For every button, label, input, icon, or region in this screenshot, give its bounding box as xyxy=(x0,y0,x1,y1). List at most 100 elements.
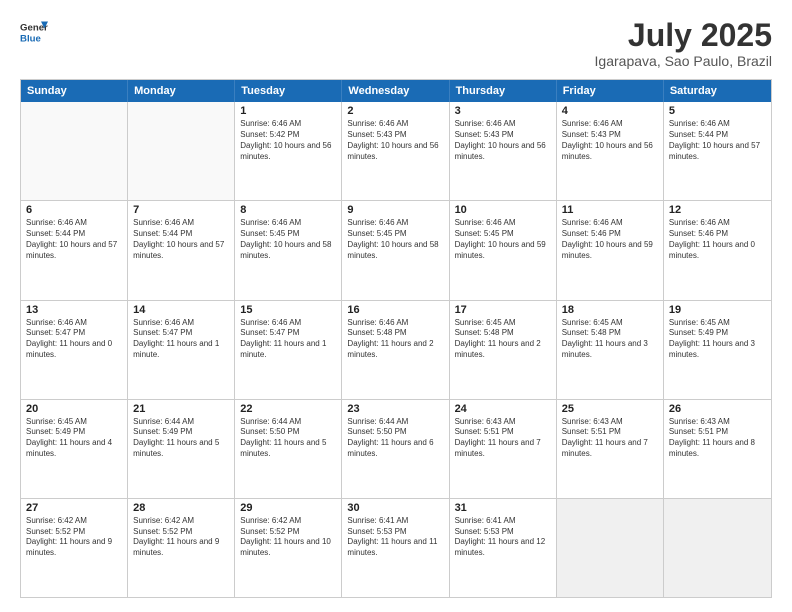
cal-cell-13: 13 Sunrise: 6:46 AM Sunset: 5:47 PM Dayli… xyxy=(21,301,128,399)
day-number: 26 xyxy=(669,403,766,415)
cal-cell-20: 20Sunrise: 6:45 AM Sunset: 5:49 PM Dayli… xyxy=(21,400,128,498)
cell-details: Sunrise: 6:46 AM Sunset: 5:46 PM Dayligh… xyxy=(669,218,766,261)
weekday-header-monday: Monday xyxy=(128,80,235,102)
cal-cell-16: 16 Sunrise: 6:46 AM Sunset: 5:48 PM Dayli… xyxy=(342,301,449,399)
day-number: 3 xyxy=(455,105,551,117)
cal-cell-24: 24 Sunrise: 6:43 AM Sunset: 5:51 PM Dayli… xyxy=(450,400,557,498)
weekday-header-wednesday: Wednesday xyxy=(342,80,449,102)
day-number: 7 xyxy=(133,204,229,216)
day-number: 5 xyxy=(669,105,766,117)
cal-cell-4: 4 Sunrise: 6:46 AM Sunset: 5:43 PM Daylig… xyxy=(557,102,664,200)
calendar: SundayMondayTuesdayWednesdayThursdayFrid… xyxy=(20,79,772,598)
cell-details: Sunrise: 6:46 AM Sunset: 5:43 PM Dayligh… xyxy=(562,119,658,162)
day-number: 1 xyxy=(240,105,336,117)
calendar-row-3: 13 Sunrise: 6:46 AM Sunset: 5:47 PM Dayli… xyxy=(21,300,771,399)
cal-cell-25: 25Sunrise: 6:43 AM Sunset: 5:51 PM Dayli… xyxy=(557,400,664,498)
cell-details: Sunrise: 6:42 AM Sunset: 5:52 PM Dayligh… xyxy=(26,516,122,559)
cell-details: Sunrise: 6:44 AM Sunset: 5:50 PM Dayligh… xyxy=(347,417,443,460)
cell-details: Sunrise: 6:46 AM Sunset: 5:44 PM Dayligh… xyxy=(133,218,229,261)
day-number: 4 xyxy=(562,105,658,117)
cal-cell-15: 15 Sunrise: 6:46 AM Sunset: 5:47 PM Dayli… xyxy=(235,301,342,399)
cell-details: Sunrise: 6:45 AM Sunset: 5:48 PM Dayligh… xyxy=(455,318,551,361)
cell-details: Sunrise: 6:46 AM Sunset: 5:45 PM Dayligh… xyxy=(347,218,443,261)
cal-cell-21: 21 Sunrise: 6:44 AM Sunset: 5:49 PM Dayli… xyxy=(128,400,235,498)
cell-details: Sunrise: 6:43 AM Sunset: 5:51 PM Dayligh… xyxy=(669,417,766,460)
cell-details: Sunrise: 6:45 AM Sunset: 5:49 PM Dayligh… xyxy=(669,318,766,361)
cal-cell-22: 22Sunrise: 6:44 AM Sunset: 5:50 PM Dayli… xyxy=(235,400,342,498)
cal-cell-11: 11 Sunrise: 6:46 AM Sunset: 5:46 PM Dayli… xyxy=(557,201,664,299)
day-number: 27 xyxy=(26,502,122,514)
cell-details: Sunrise: 6:43 AM Sunset: 5:51 PM Dayligh… xyxy=(455,417,551,460)
weekday-header-sunday: Sunday xyxy=(21,80,128,102)
cal-cell-6: 6 Sunrise: 6:46 AM Sunset: 5:44 PM Daylig… xyxy=(21,201,128,299)
cal-cell-9: 9 Sunrise: 6:46 AM Sunset: 5:45 PM Daylig… xyxy=(342,201,449,299)
cal-cell-empty xyxy=(128,102,235,200)
cell-details: Sunrise: 6:46 AM Sunset: 5:42 PM Dayligh… xyxy=(240,119,336,162)
cell-details: Sunrise: 6:44 AM Sunset: 5:49 PM Dayligh… xyxy=(133,417,229,460)
day-number: 24 xyxy=(455,403,551,415)
cell-details: Sunrise: 6:46 AM Sunset: 5:45 PM Dayligh… xyxy=(455,218,551,261)
cal-cell-30: 30Sunrise: 6:41 AM Sunset: 5:53 PM Dayli… xyxy=(342,499,449,597)
location: Igarapava, Sao Paulo, Brazil xyxy=(595,53,772,69)
calendar-row-5: 27 Sunrise: 6:42 AM Sunset: 5:52 PM Dayli… xyxy=(21,498,771,597)
cell-details: Sunrise: 6:46 AM Sunset: 5:47 PM Dayligh… xyxy=(133,318,229,361)
calendar-row-1: 1 Sunrise: 6:46 AM Sunset: 5:42 PM Daylig… xyxy=(21,102,771,200)
cal-cell-28: 28Sunrise: 6:42 AM Sunset: 5:52 PM Dayli… xyxy=(128,499,235,597)
cal-cell-23: 23Sunrise: 6:44 AM Sunset: 5:50 PM Dayli… xyxy=(342,400,449,498)
calendar-header: SundayMondayTuesdayWednesdayThursdayFrid… xyxy=(21,80,771,102)
cell-details: Sunrise: 6:46 AM Sunset: 5:47 PM Dayligh… xyxy=(240,318,336,361)
cal-cell-18: 18Sunrise: 6:45 AM Sunset: 5:48 PM Dayli… xyxy=(557,301,664,399)
weekday-header-thursday: Thursday xyxy=(450,80,557,102)
day-number: 8 xyxy=(240,204,336,216)
cell-details: Sunrise: 6:44 AM Sunset: 5:50 PM Dayligh… xyxy=(240,417,336,460)
cell-details: Sunrise: 6:42 AM Sunset: 5:52 PM Dayligh… xyxy=(133,516,229,559)
cell-details: Sunrise: 6:46 AM Sunset: 5:44 PM Dayligh… xyxy=(669,119,766,162)
cal-cell-7: 7 Sunrise: 6:46 AM Sunset: 5:44 PM Daylig… xyxy=(128,201,235,299)
day-number: 19 xyxy=(669,304,766,316)
weekday-header-friday: Friday xyxy=(557,80,664,102)
page: General Blue July 2025 Igarapava, Sao Pa… xyxy=(0,0,792,612)
calendar-body: 1 Sunrise: 6:46 AM Sunset: 5:42 PM Daylig… xyxy=(21,102,771,597)
cal-cell-10: 10 Sunrise: 6:46 AM Sunset: 5:45 PM Dayli… xyxy=(450,201,557,299)
day-number: 31 xyxy=(455,502,551,514)
cal-cell-14: 14 Sunrise: 6:46 AM Sunset: 5:47 PM Dayli… xyxy=(128,301,235,399)
cell-details: Sunrise: 6:45 AM Sunset: 5:49 PM Dayligh… xyxy=(26,417,122,460)
cell-details: Sunrise: 6:46 AM Sunset: 5:43 PM Dayligh… xyxy=(347,119,443,162)
day-number: 12 xyxy=(669,204,766,216)
logo: General Blue xyxy=(20,18,48,46)
logo-icon: General Blue xyxy=(20,18,48,46)
month-year: July 2025 xyxy=(595,18,772,53)
calendar-row-2: 6 Sunrise: 6:46 AM Sunset: 5:44 PM Daylig… xyxy=(21,200,771,299)
day-number: 21 xyxy=(133,403,229,415)
day-number: 16 xyxy=(347,304,443,316)
day-number: 30 xyxy=(347,502,443,514)
weekday-header-saturday: Saturday xyxy=(664,80,771,102)
day-number: 6 xyxy=(26,204,122,216)
cell-details: Sunrise: 6:45 AM Sunset: 5:48 PM Dayligh… xyxy=(562,318,658,361)
cal-cell-27: 27 Sunrise: 6:42 AM Sunset: 5:52 PM Dayli… xyxy=(21,499,128,597)
day-number: 14 xyxy=(133,304,229,316)
day-number: 11 xyxy=(562,204,658,216)
weekday-header-tuesday: Tuesday xyxy=(235,80,342,102)
title-block: July 2025 Igarapava, Sao Paulo, Brazil xyxy=(595,18,772,69)
day-number: 25 xyxy=(562,403,658,415)
cal-cell-12: 12 Sunrise: 6:46 AM Sunset: 5:46 PM Dayli… xyxy=(664,201,771,299)
cell-details: Sunrise: 6:46 AM Sunset: 5:45 PM Dayligh… xyxy=(240,218,336,261)
day-number: 10 xyxy=(455,204,551,216)
cal-cell-3: 3Sunrise: 6:46 AM Sunset: 5:43 PM Daylig… xyxy=(450,102,557,200)
cal-cell-empty xyxy=(21,102,128,200)
svg-text:Blue: Blue xyxy=(20,34,41,45)
cell-details: Sunrise: 6:46 AM Sunset: 5:46 PM Dayligh… xyxy=(562,218,658,261)
day-number: 9 xyxy=(347,204,443,216)
cell-details: Sunrise: 6:46 AM Sunset: 5:48 PM Dayligh… xyxy=(347,318,443,361)
cal-cell-17: 17 Sunrise: 6:45 AM Sunset: 5:48 PM Dayli… xyxy=(450,301,557,399)
day-number: 13 xyxy=(26,304,122,316)
cell-details: Sunrise: 6:42 AM Sunset: 5:52 PM Dayligh… xyxy=(240,516,336,559)
cell-details: Sunrise: 6:46 AM Sunset: 5:44 PM Dayligh… xyxy=(26,218,122,261)
cal-cell-5: 5 Sunrise: 6:46 AM Sunset: 5:44 PM Daylig… xyxy=(664,102,771,200)
cal-cell-empty xyxy=(664,499,771,597)
cell-details: Sunrise: 6:46 AM Sunset: 5:47 PM Dayligh… xyxy=(26,318,122,361)
day-number: 17 xyxy=(455,304,551,316)
cal-cell-26: 26 Sunrise: 6:43 AM Sunset: 5:51 PM Dayli… xyxy=(664,400,771,498)
day-number: 15 xyxy=(240,304,336,316)
